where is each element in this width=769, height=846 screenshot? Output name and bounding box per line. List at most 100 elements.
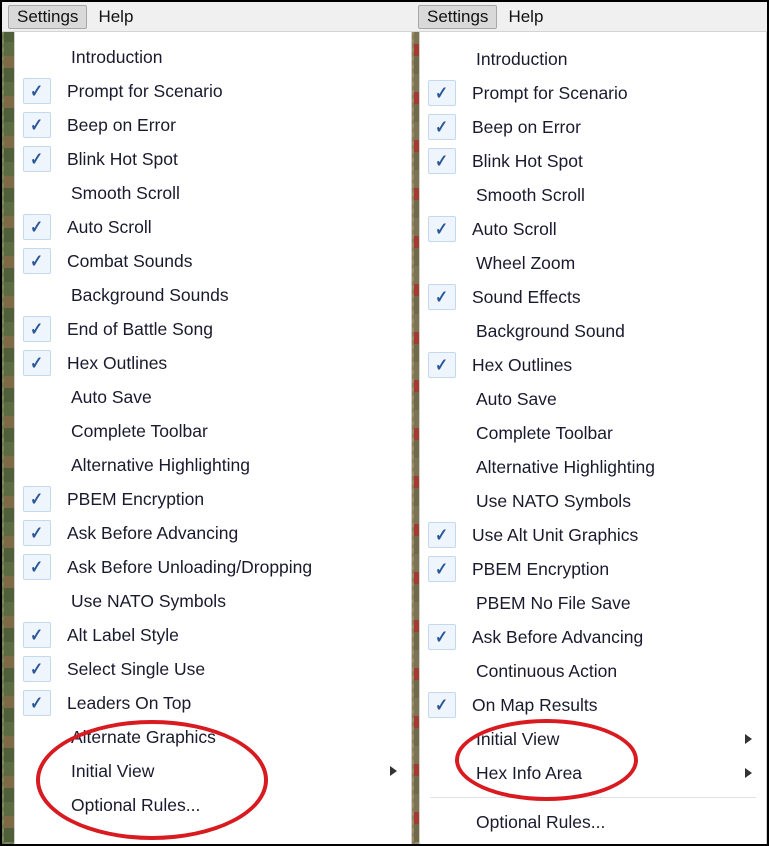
left-menubar-item-help[interactable]: Help <box>89 5 142 29</box>
menu-item-alternative-highlighting[interactable]: Alternative Highlighting <box>420 450 766 484</box>
menu-item-label: End of Battle Song <box>67 318 213 339</box>
menu-item-use-alt-unit-graphics[interactable]: ✓ Use Alt Unit Graphics <box>420 518 766 552</box>
check-indicator: ✓ <box>428 114 456 140</box>
menu-item-auto-save[interactable]: Auto Save <box>420 382 766 416</box>
menu-item-introduction[interactable]: Introduction <box>420 42 766 76</box>
menu-item-label: PBEM Encryption <box>472 558 610 579</box>
menu-item-label: Alt Label Style <box>67 624 179 645</box>
menu-item-beep-on-error[interactable]: ✓ Beep on Error <box>420 110 766 144</box>
menu-item-combat-sounds[interactable]: ✓ Combat Sounds <box>15 244 411 278</box>
menu-item-hex-info-area[interactable]: Hex Info Area <box>420 756 766 790</box>
menu-item-end-of-battle-song[interactable]: ✓ End of Battle Song <box>15 312 411 346</box>
menu-item-pbem-no-file-save[interactable]: PBEM No File Save <box>420 586 766 620</box>
menu-item-auto-scroll[interactable]: ✓ Auto Scroll <box>15 210 411 244</box>
checkbox-slot <box>19 180 55 206</box>
menu-item-alternate-graphics[interactable]: Alternate Graphics <box>15 720 411 754</box>
menu-item-sound-effects[interactable]: ✓ Sound Effects <box>420 280 766 314</box>
check-indicator: ✓ <box>23 248 51 274</box>
menu-item-label: Combat Sounds <box>67 250 193 271</box>
menu-item-label: Auto Save <box>71 386 152 407</box>
check-indicator: ✓ <box>428 148 456 174</box>
menu-item-label: Optional Rules... <box>476 811 606 832</box>
menu-item-alternative-highlighting[interactable]: Alternative Highlighting <box>15 448 411 482</box>
menu-item-complete-toolbar[interactable]: Complete Toolbar <box>420 416 766 450</box>
menu-item-introduction[interactable]: Introduction <box>15 40 411 74</box>
checkbox-slot <box>19 44 55 70</box>
check-indicator: ✓ <box>23 486 51 512</box>
checkbox-slot <box>424 454 460 480</box>
menu-item-background-sounds[interactable]: Background Sounds <box>15 278 411 312</box>
menu-item-pbem-encryption[interactable]: ✓ PBEM Encryption <box>420 552 766 586</box>
checkmark-icon: ✓ <box>435 117 449 137</box>
menu-item-label: Alternative Highlighting <box>476 456 655 477</box>
menu-item-select-single-use[interactable]: ✓ Select Single Use <box>15 652 411 686</box>
menu-item-pbem-encryption[interactable]: ✓ PBEM Encryption <box>15 482 411 516</box>
chevron-right-icon <box>390 766 397 776</box>
checkbox-slot <box>19 384 55 410</box>
menu-item-blink-hot-spot[interactable]: ✓ Blink Hot Spot <box>15 142 411 176</box>
menu-item-continuous-action[interactable]: Continuous Action <box>420 654 766 688</box>
right-application-window: Settings Help Introduction ✓ Prompt for … <box>412 0 769 846</box>
menu-item-initial-view[interactable]: Initial View <box>15 754 411 788</box>
left-menu-list: Introduction ✓ Prompt for Scenario ✓ Bee… <box>15 32 411 822</box>
menu-item-prompt-for-scenario[interactable]: ✓ Prompt for Scenario <box>15 74 411 108</box>
check-indicator: ✓ <box>23 520 51 546</box>
menu-item-label: Leaders On Top <box>67 692 192 713</box>
menu-item-ask-before-unloading-dropping[interactable]: ✓ Ask Before Unloading/Dropping <box>15 550 411 584</box>
checkbox-slot <box>19 452 55 478</box>
menu-item-smooth-scroll[interactable]: Smooth Scroll <box>420 178 766 212</box>
check-indicator: ✓ <box>428 216 456 242</box>
menu-item-smooth-scroll[interactable]: Smooth Scroll <box>15 176 411 210</box>
menu-item-use-nato-symbols[interactable]: Use NATO Symbols <box>15 584 411 618</box>
right-menubar-item-help[interactable]: Help <box>499 5 552 29</box>
menu-item-label: Ask Before Advancing <box>472 626 644 647</box>
menu-item-label: Initial View <box>476 728 560 749</box>
checkmark-icon: ✓ <box>30 489 44 509</box>
menu-item-on-map-results[interactable]: ✓ On Map Results <box>420 688 766 722</box>
menu-item-wheel-zoom[interactable]: Wheel Zoom <box>420 246 766 280</box>
checkbox-slot <box>424 46 460 72</box>
checkbox-slot <box>424 250 460 276</box>
menu-item-ask-before-advancing[interactable]: ✓ Ask Before Advancing <box>15 516 411 550</box>
check-indicator: ✓ <box>23 690 51 716</box>
menu-item-label: Select Single Use <box>67 658 206 679</box>
menu-item-background-sound[interactable]: Background Sound <box>420 314 766 348</box>
chevron-right-icon <box>745 768 752 778</box>
menu-item-prompt-for-scenario[interactable]: ✓ Prompt for Scenario <box>420 76 766 110</box>
checkmark-icon: ✓ <box>435 355 449 375</box>
menu-item-initial-view[interactable]: Initial View <box>420 722 766 756</box>
menu-item-hex-outlines[interactable]: ✓ Hex Outlines <box>420 348 766 382</box>
menu-item-label: Wheel Zoom <box>476 252 576 273</box>
menu-item-label: Introduction <box>71 46 163 67</box>
menu-item-complete-toolbar[interactable]: Complete Toolbar <box>15 414 411 448</box>
menu-item-label: Background Sound <box>476 320 625 341</box>
checkbox-slot <box>424 488 460 514</box>
menu-item-ask-before-advancing[interactable]: ✓ Ask Before Advancing <box>420 620 766 654</box>
menu-item-label: Continuous Action <box>476 660 618 681</box>
menu-item-blink-hot-spot[interactable]: ✓ Blink Hot Spot <box>420 144 766 178</box>
menu-item-auto-save[interactable]: Auto Save <box>15 380 411 414</box>
menu-item-alt-label-style[interactable]: ✓ Alt Label Style <box>15 618 411 652</box>
right-menubar-item-settings[interactable]: Settings <box>418 4 498 29</box>
checkbox-slot <box>424 726 460 752</box>
menu-item-hex-outlines[interactable]: ✓ Hex Outlines <box>15 346 411 380</box>
left-menubar-item-settings[interactable]: Settings <box>8 4 88 29</box>
checkmark-icon: ✓ <box>435 627 449 647</box>
check-indicator: ✓ <box>23 316 51 342</box>
checkmark-icon: ✓ <box>30 149 44 169</box>
checkmark-icon: ✓ <box>30 523 44 543</box>
checkmark-icon: ✓ <box>30 319 44 339</box>
menu-item-optional-rules[interactable]: Optional Rules... <box>420 805 766 839</box>
check-indicator: ✓ <box>428 80 456 106</box>
check-indicator: ✓ <box>23 656 51 682</box>
menu-item-label: Beep on Error <box>472 116 581 137</box>
menu-item-beep-on-error[interactable]: ✓ Beep on Error <box>15 108 411 142</box>
check-indicator: ✓ <box>23 78 51 104</box>
menu-item-label: Auto Scroll <box>67 216 152 237</box>
menu-item-auto-scroll[interactable]: ✓ Auto Scroll <box>420 212 766 246</box>
menu-item-leaders-on-top[interactable]: ✓ Leaders On Top <box>15 686 411 720</box>
menu-item-use-nato-symbols[interactable]: Use NATO Symbols <box>420 484 766 518</box>
menu-item-optional-rules[interactable]: Optional Rules... <box>15 788 411 822</box>
menu-item-label: PBEM Encryption <box>67 488 205 509</box>
check-indicator: ✓ <box>23 146 51 172</box>
